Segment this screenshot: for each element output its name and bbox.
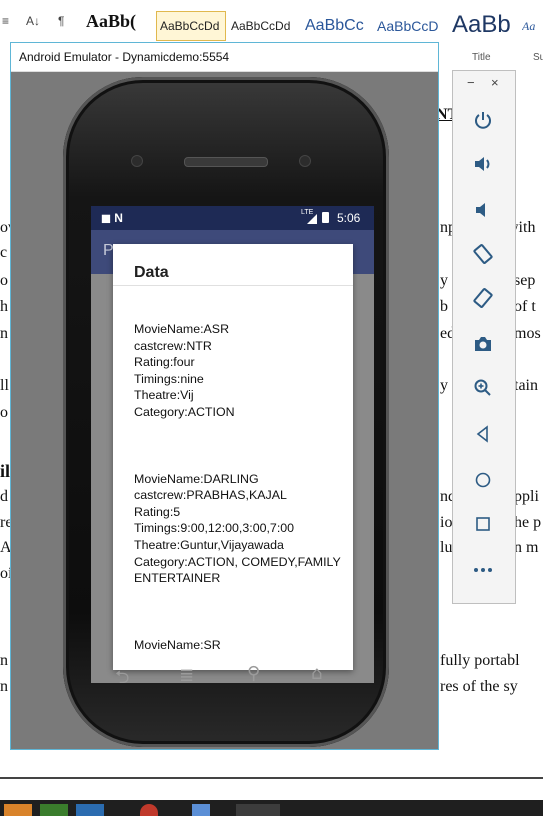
minimize-button[interactable]: − [467, 75, 475, 90]
overview-icon[interactable] [470, 511, 496, 537]
doc-text: n [0, 652, 8, 669]
doc-text: o [0, 404, 8, 421]
doc-subheading: il [0, 461, 11, 481]
doc-text: n [0, 678, 8, 695]
doc-text: y [440, 272, 448, 289]
movie-record: MovieName:ASR castcrew:NTR Rating:four T… [134, 321, 344, 421]
style-no-spacing[interactable]: AaBbCcDd [156, 11, 226, 41]
record-line: castcrew:PRABHAS,KAJAL [134, 488, 287, 503]
record-line: MovieName:DARLING [134, 471, 259, 486]
home-key-icon[interactable]: ⌂ [311, 663, 322, 684]
doc-text: d [0, 488, 8, 505]
record-line: castcrew:NTR [134, 338, 212, 353]
doc-text: o [0, 272, 8, 289]
volume-down-icon[interactable] [470, 197, 496, 223]
doc-text: ll [0, 377, 9, 394]
divider [0, 777, 543, 779]
show-formatting-icon[interactable]: ¶ [58, 14, 64, 28]
doc-text: b [440, 298, 448, 315]
dialog-divider [113, 285, 353, 286]
doc-text: lu [440, 539, 453, 556]
doc-text: tain [514, 377, 538, 394]
record-line: MovieName:ASR [134, 322, 230, 336]
emulator-window[interactable]: Android Emulator - Dynamicdemo:5554 ◼ N … [10, 42, 439, 750]
record-line: Timings:9:00,12:00,3:00,7:00 [134, 521, 295, 536]
power-icon[interactable] [470, 107, 496, 133]
emulator-titlebar[interactable]: Android Emulator - Dynamicdemo:5554 [11, 43, 438, 72]
taskbar-app-icon[interactable] [236, 804, 280, 816]
doc-text: of t [514, 298, 536, 315]
notification-icons: ◼ N [101, 211, 123, 225]
record-line: Theatre:Guntur,Vijayawada [134, 537, 284, 552]
movie-record: MovieName:SR [134, 637, 344, 654]
doc-text: h [0, 298, 8, 315]
style-title[interactable]: AaBb [452, 11, 520, 41]
data-dialog[interactable]: Data MovieName:ASR castcrew:NTR Rating:f… [113, 244, 353, 670]
rotate-right-icon[interactable] [470, 285, 496, 311]
search-key-icon[interactable]: ⚲ [247, 663, 260, 684]
record-line: Rating:four [134, 355, 195, 370]
taskbar-app-icon[interactable] [192, 804, 210, 816]
taskbar-app-icon[interactable] [40, 804, 68, 816]
doc-text: c [0, 244, 8, 261]
record-line: Category:ACTION [134, 404, 235, 419]
doc-text: ppli [514, 488, 539, 505]
doc-text: he p [514, 514, 542, 531]
status-time: 5:06 [337, 211, 361, 225]
style-normal[interactable]: AaBb( [86, 11, 154, 41]
volume-up-icon[interactable] [470, 151, 496, 177]
taskbar-app-icon[interactable] [4, 804, 32, 816]
doc-text: mos [514, 325, 541, 342]
home-icon[interactable] [470, 467, 496, 493]
more-icon[interactable] [470, 557, 496, 583]
menu-key-icon[interactable]: ≣ [179, 665, 194, 686]
battery-icon [322, 212, 329, 223]
earpiece-speaker [184, 157, 268, 167]
emulator-toolbar: − × [452, 70, 516, 604]
record-line: Rating:5 [134, 504, 181, 519]
doc-text: sep [514, 272, 536, 289]
style-subtitle-caption: Su [533, 52, 543, 63]
record-line: MovieName:SR [134, 637, 221, 652]
zoom-icon[interactable] [470, 375, 496, 401]
proximity-sensor [131, 155, 143, 167]
doc-text: fully portabl [440, 652, 520, 669]
doc-text: y [440, 377, 448, 394]
sort-icon[interactable]: A↓ [26, 14, 40, 28]
device-screen[interactable]: ◼ N LTE 5:06 P Data MovieName:ASR castcr… [91, 206, 374, 683]
style-heading2[interactable]: AaBbCc [305, 11, 375, 41]
doc-text: io [440, 514, 453, 531]
taskbar-app-icon[interactable] [140, 804, 158, 816]
doc-text: n m [514, 539, 539, 556]
camera-icon[interactable] [470, 331, 496, 357]
style-heading3[interactable]: AaBbCcD [377, 11, 439, 41]
style-heading1[interactable]: AaBbCcDd [231, 11, 301, 41]
style-title-caption: Title [472, 52, 491, 63]
align-icon[interactable]: ≡ [2, 14, 9, 28]
taskbar-app-icon[interactable] [76, 804, 104, 816]
dialog-message[interactable]: MovieName:ASR castcrew:NTR Rating:four T… [134, 321, 344, 670]
record-line: Category:ACTION, COMEDY,FAMILY ENTERTAIN… [134, 554, 341, 586]
style-subtitle[interactable]: Aa [522, 11, 543, 41]
record-line: Theatre:Vij [134, 388, 194, 403]
rotate-left-icon[interactable] [470, 241, 496, 267]
movie-record: MovieName:DARLING castcrew:PRABHAS,KAJAL… [134, 471, 344, 587]
record-line: Timings:nine [134, 371, 204, 386]
doc-text: n [0, 325, 8, 342]
back-key-icon[interactable]: ⮌ [115, 665, 129, 695]
front-camera [299, 155, 311, 167]
status-bar: ◼ N LTE 5:06 [91, 206, 374, 230]
back-icon[interactable] [470, 421, 496, 447]
close-button[interactable]: × [491, 75, 499, 90]
signal-icon [307, 214, 317, 224]
dialog-title: Data [134, 264, 169, 281]
doc-text: res of the sy [440, 678, 518, 695]
